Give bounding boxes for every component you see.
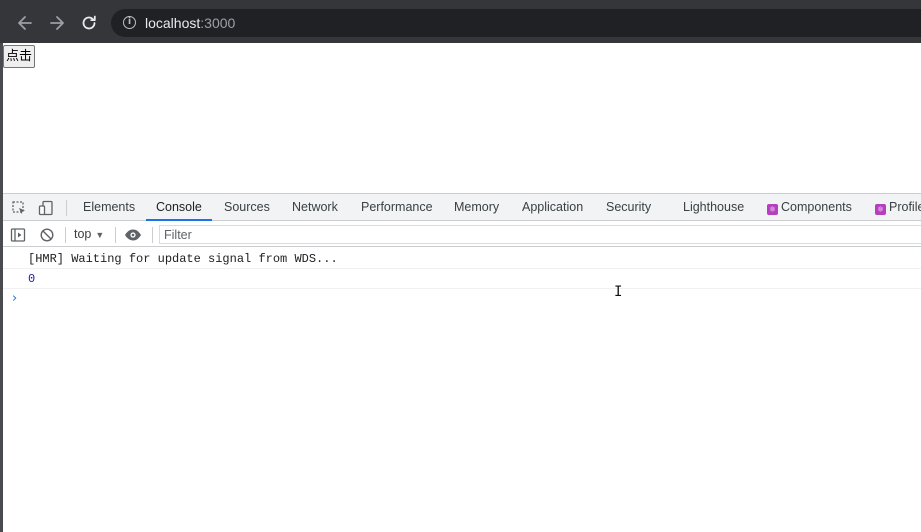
tab-separator xyxy=(66,200,67,216)
react-icon: ⚛ xyxy=(767,204,778,215)
selected-tab-indicator xyxy=(146,219,212,221)
tab-network[interactable]: Network xyxy=(292,194,338,221)
tab-elements[interactable]: Elements xyxy=(83,194,135,221)
url-text[interactable]: localhost:3000 xyxy=(145,15,235,31)
url-host: localhost xyxy=(145,15,201,31)
prompt-chevron-icon: › xyxy=(12,291,18,306)
caret-down-icon: ▼ xyxy=(95,230,105,240)
click-button[interactable]: 点击 xyxy=(3,45,35,68)
console-prompt[interactable]: › xyxy=(12,290,912,308)
tab-components-label: Components xyxy=(781,200,852,214)
tab-security[interactable]: Security xyxy=(606,194,651,221)
clear-console-icon[interactable] xyxy=(39,227,55,243)
address-bar[interactable]: i localhost:3000 xyxy=(111,9,921,37)
site-info-icon[interactable]: i xyxy=(123,16,136,29)
sidebar-toggle-icon[interactable] xyxy=(10,227,26,243)
arrow-right-icon xyxy=(50,16,64,30)
tab-performance[interactable]: Performance xyxy=(361,194,433,221)
tab-profiler-label: Profiler xyxy=(889,200,921,214)
toolbar-separator xyxy=(152,227,153,243)
filter-input[interactable] xyxy=(160,226,921,244)
arrow-left-icon xyxy=(18,16,32,30)
eye-icon[interactable] xyxy=(124,227,142,243)
text-cursor-icon: I xyxy=(614,284,623,300)
console-message: 0 xyxy=(3,269,921,289)
reload-button[interactable] xyxy=(78,12,100,34)
tab-sources[interactable]: Sources xyxy=(224,194,270,221)
browser-toolbar: i localhost:3000 xyxy=(0,0,921,43)
reload-icon xyxy=(82,15,96,30)
toolbar-separator xyxy=(115,227,116,243)
react-icon: ⚛ xyxy=(875,204,886,215)
page-viewport: 点击 xyxy=(3,43,921,193)
context-label: top xyxy=(74,227,92,241)
console-message: [HMR] Waiting for update signal from WDS… xyxy=(3,249,921,269)
tab-memory[interactable]: Memory xyxy=(454,194,499,221)
device-toolbar-icon[interactable] xyxy=(38,200,54,216)
forward-button[interactable] xyxy=(46,12,68,34)
filter-field[interactable] xyxy=(159,225,921,244)
devtools-tab-bar: Elements Console Sources Network Perform… xyxy=(3,194,921,221)
inspect-element-icon[interactable] xyxy=(11,200,27,216)
back-button[interactable] xyxy=(14,12,36,34)
tab-profiler[interactable]: ⚛Profiler xyxy=(875,194,921,221)
tab-components[interactable]: ⚛ Components xyxy=(767,194,852,221)
tab-lighthouse[interactable]: Lighthouse xyxy=(683,194,744,221)
toolbar-separator xyxy=(65,227,66,243)
console-toolbar: top ▼ xyxy=(3,222,921,247)
url-port: :3000 xyxy=(200,15,236,31)
tab-console[interactable]: Console xyxy=(156,194,202,221)
context-selector[interactable]: top ▼ xyxy=(74,222,104,247)
tab-application[interactable]: Application xyxy=(522,194,583,221)
devtools-panel: Elements Console Sources Network Perform… xyxy=(3,193,921,532)
